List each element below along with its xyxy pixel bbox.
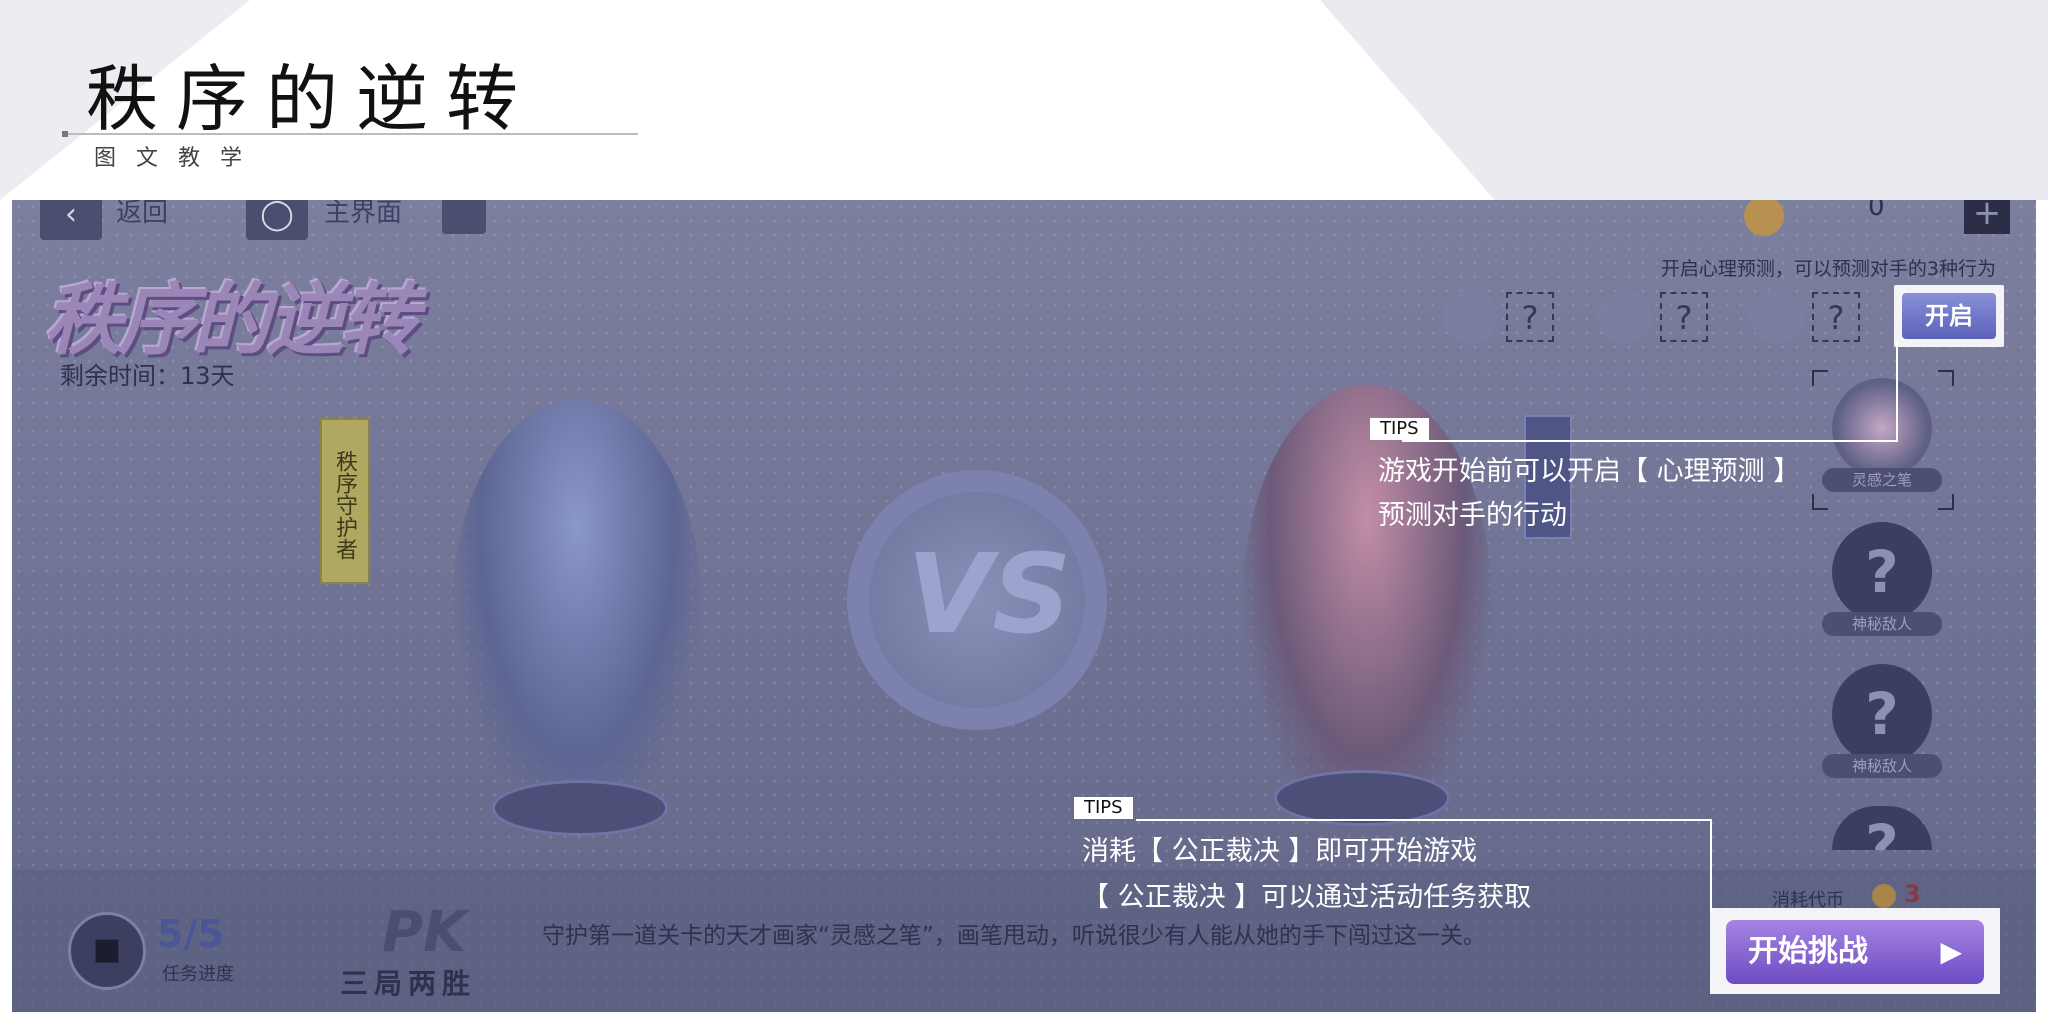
tip-connector	[1136, 819, 1712, 821]
back-label: 返回	[116, 200, 169, 228]
player-stand	[492, 780, 668, 836]
tip-text-line-1: 游戏开始前可以开启【 心理预测 】	[1378, 456, 1801, 487]
match-mode: 三局两胜	[340, 967, 477, 1000]
play-arrow-icon: ▶	[1940, 935, 1962, 968]
pk-emblem: PK	[382, 900, 467, 965]
prediction-slot-2: ?	[1660, 292, 1708, 342]
back-arrow-icon: ‹	[65, 200, 77, 232]
enemy-avatar-selected[interactable]	[1832, 378, 1932, 478]
event-logo: 秩序的逆转	[44, 276, 418, 366]
guardian-tag: 秩序守护者	[320, 418, 370, 584]
vs-text: VS	[907, 530, 1072, 658]
prediction-slot-3: ?	[1812, 292, 1860, 342]
settings-icon[interactable]	[442, 200, 486, 234]
palm-icon	[1598, 290, 1652, 344]
home-icon: ◯	[260, 200, 294, 232]
enemy-name: 神秘敌人	[1822, 612, 1942, 636]
page-subtitle: 图文教学	[94, 146, 263, 171]
tip-connector	[1402, 440, 1898, 442]
tip-text-line-1: 消耗【 公正裁决 】即可开始游戏	[1082, 836, 1478, 867]
enemy-avatar-locked[interactable]: ?	[1832, 522, 1932, 622]
task-progress: 5/5	[157, 912, 224, 956]
prediction-slot-1: ?	[1506, 292, 1554, 342]
enemy-name: 神秘敌人	[1822, 754, 1942, 778]
fist-icon	[1444, 290, 1498, 344]
tip-tag: TIPS	[1370, 418, 1429, 440]
select-bracket	[1938, 370, 1954, 386]
tip-tag: TIPS	[1074, 797, 1133, 819]
enemy-avatar-locked[interactable]: ?	[1832, 664, 1932, 764]
token-icon	[1872, 884, 1896, 908]
tip-connector	[1896, 342, 1898, 442]
home-label: 主界面	[324, 200, 403, 228]
title-divider	[64, 133, 638, 135]
currency-value: 0	[1868, 200, 1885, 222]
page-title: 秩序的逆转	[86, 57, 537, 141]
task-progress-label: 任务进度	[162, 964, 234, 985]
header-decoration-right	[1320, 0, 2048, 200]
home-button[interactable]: ◯	[246, 200, 308, 240]
select-bracket	[1938, 494, 1954, 510]
select-bracket	[1812, 494, 1828, 510]
cost-value: 3	[1904, 880, 1921, 908]
remaining-time: 剩余时间：13天	[60, 362, 235, 390]
back-button[interactable]: ‹	[40, 200, 102, 240]
game-screenshot: ‹ 返回 ◯ 主界面 0 + 秩序的逆转 剩余时间：13天 秩序守护者 VS 开…	[12, 200, 2036, 1012]
tip-text-line-2: 【 公正裁决 】可以通过活动任务获取	[1082, 882, 1532, 913]
select-bracket	[1812, 370, 1828, 386]
start-challenge-button[interactable]: 开始挑战 ▶	[1726, 920, 1984, 984]
add-currency-button[interactable]: +	[1964, 200, 2010, 234]
stage-description: 守护第一道关卡的天才画家“灵感之笔”，画笔甩动，听说很少有人能从她的手下闯过这一…	[542, 923, 1486, 949]
scissors-icon	[1750, 290, 1804, 344]
start-label: 开始挑战	[1748, 934, 1868, 969]
opponent-stand	[1274, 770, 1450, 826]
plus-icon: +	[1972, 200, 2002, 233]
divider-dot	[62, 131, 68, 137]
open-prediction-button[interactable]: 开启	[1902, 293, 1996, 339]
player-character	[452, 400, 702, 820]
tip-connector	[1710, 819, 1712, 911]
tip-text-line-2: 预测对手的行动	[1378, 500, 1567, 531]
prediction-hint: 开启心理预测，可以预测对手的3种行为	[1660, 258, 1996, 280]
task-cube-icon: ■	[68, 912, 146, 990]
enemy-name: 灵感之笔	[1822, 468, 1942, 492]
